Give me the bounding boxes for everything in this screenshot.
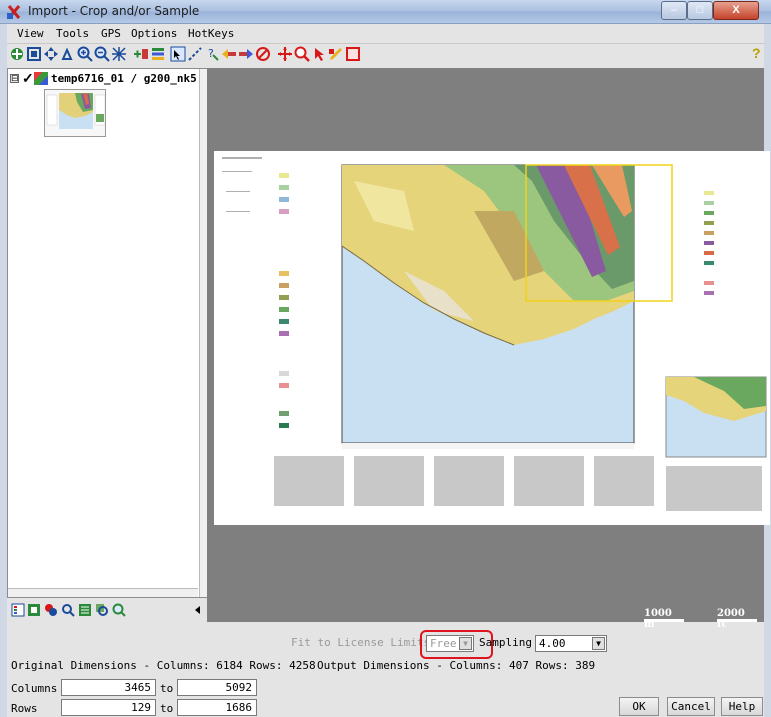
layer-row[interactable]: ⊟ ✓ temp6716_01 / g200_nk5 [10,70,206,87]
output-dimensions: Output Dimensions - Columns: 407 Rows: 3… [317,659,596,672]
original-dimensions: Original Dimensions - Columns: 6184 Rows… [11,659,316,672]
layer-visible-checkbox[interactable]: ✓ [22,70,34,87]
zoom-group-icon[interactable] [60,46,76,62]
measure-icon[interactable] [187,46,203,62]
dropdown-arrow-icon: ▼ [592,637,605,650]
pan-icon[interactable] [43,46,59,62]
zoom-tool-icon[interactable] [294,46,310,62]
close-button[interactable]: X [713,1,759,20]
menu-bar: View Tools GPS Options HotKeys [7,24,764,44]
dialog-client-area: View Tools GPS Options HotKeys ? ? ⊟ ✓ t… [7,24,770,717]
find-layer-icon[interactable] [61,603,75,617]
zoom-layer-extent-icon[interactable] [112,603,126,617]
to-label: to [160,682,174,695]
layer-list-panel: ⊟ ✓ temp6716_01 / g200_nk5 [7,68,207,598]
help-icon[interactable]: ? [752,45,761,61]
map-viewer[interactable]: 1000 m 2000 ft [207,68,770,630]
redraw-stop-icon[interactable] [255,46,271,62]
imperial-scale-bar: 2000 ft [717,608,757,630]
color-palette-icon[interactable] [44,603,58,617]
next-view-icon[interactable] [238,46,254,62]
panel-collapse-arrow-icon[interactable] [191,603,205,617]
cancel-button[interactable]: Cancel [667,697,715,716]
select-icon[interactable] [170,46,186,62]
view-toolbar: ? [7,44,764,66]
maximize-button[interactable]: □ [687,1,713,20]
legend-icon[interactable] [11,603,25,617]
query-icon[interactable]: ? [204,46,220,62]
layer-name[interactable]: temp6716_01 / g200_nk5 [51,72,197,85]
metric-scale-bar: 1000 m [644,608,684,630]
svg-text:?: ? [208,47,214,60]
pointer-icon[interactable] [311,46,327,62]
menu-gps[interactable]: GPS [101,27,121,40]
layer-thumbnail [44,89,106,137]
zoom-box-icon[interactable] [26,46,42,62]
layer-info-icon[interactable] [78,603,92,617]
rows-from-field[interactable]: 129 [61,699,156,716]
window-title: Import - Crop and/or Sample [28,4,200,18]
layer-properties-icon[interactable] [27,603,41,617]
rows-label: Rows [11,702,38,715]
reposition-icon[interactable] [9,46,25,62]
columns-label: Columns [11,682,58,695]
fit-to-license-limits-button[interactable]: Fit to License Limits [291,636,430,649]
add-layer-icon[interactable] [133,46,149,62]
collapse-icon[interactable]: ⊟ [10,74,19,83]
minimize-button[interactable]: – [661,1,687,20]
menu-view[interactable]: View [17,27,44,40]
previous-view-icon[interactable] [221,46,237,62]
layer-panel-toolbar [7,600,207,622]
map-thumbnail-image [45,90,105,136]
position-icon[interactable] [277,46,293,62]
menu-hotkeys[interactable]: HotKeys [188,27,234,40]
title-bar: Import - Crop and/or Sample – □ X [0,0,771,24]
zoom-to-layer-icon[interactable] [95,603,109,617]
layer-panel-vertical-scrollbar[interactable] [199,69,207,597]
to-label: to [160,702,174,715]
menu-options[interactable]: Options [131,27,177,40]
full-extent-icon[interactable] [111,46,127,62]
metric-scale-line [644,619,684,622]
geologic-map-image [214,151,770,525]
rows-to-field[interactable]: 1686 [177,699,257,716]
sketch-icon[interactable] [328,46,344,62]
imperial-scale-line [717,619,757,622]
raster-layer-icon [34,72,48,85]
layer-controls-icon[interactable] [150,46,166,62]
sampling-label: Sampling [479,636,532,649]
zoom-in-icon[interactable] [77,46,93,62]
help-button[interactable]: Help [721,697,763,716]
sampling-value: 4.00 [539,637,566,650]
tntmips-app-icon [7,5,21,19]
zoom-out-icon[interactable] [94,46,110,62]
layer-panel-horizontal-scrollbar[interactable] [8,588,198,597]
columns-from-field[interactable]: 3465 [61,679,156,696]
sampling-dropdown[interactable]: 4.00 ▼ [535,635,607,652]
columns-to-field[interactable]: 5092 [177,679,257,696]
ok-button[interactable]: OK [619,697,659,716]
region-icon[interactable] [345,46,361,62]
menu-tools[interactable]: Tools [56,27,89,40]
crop-sample-controls: Fit to License Limits Free ▼ Sampling 4.… [7,624,764,717]
